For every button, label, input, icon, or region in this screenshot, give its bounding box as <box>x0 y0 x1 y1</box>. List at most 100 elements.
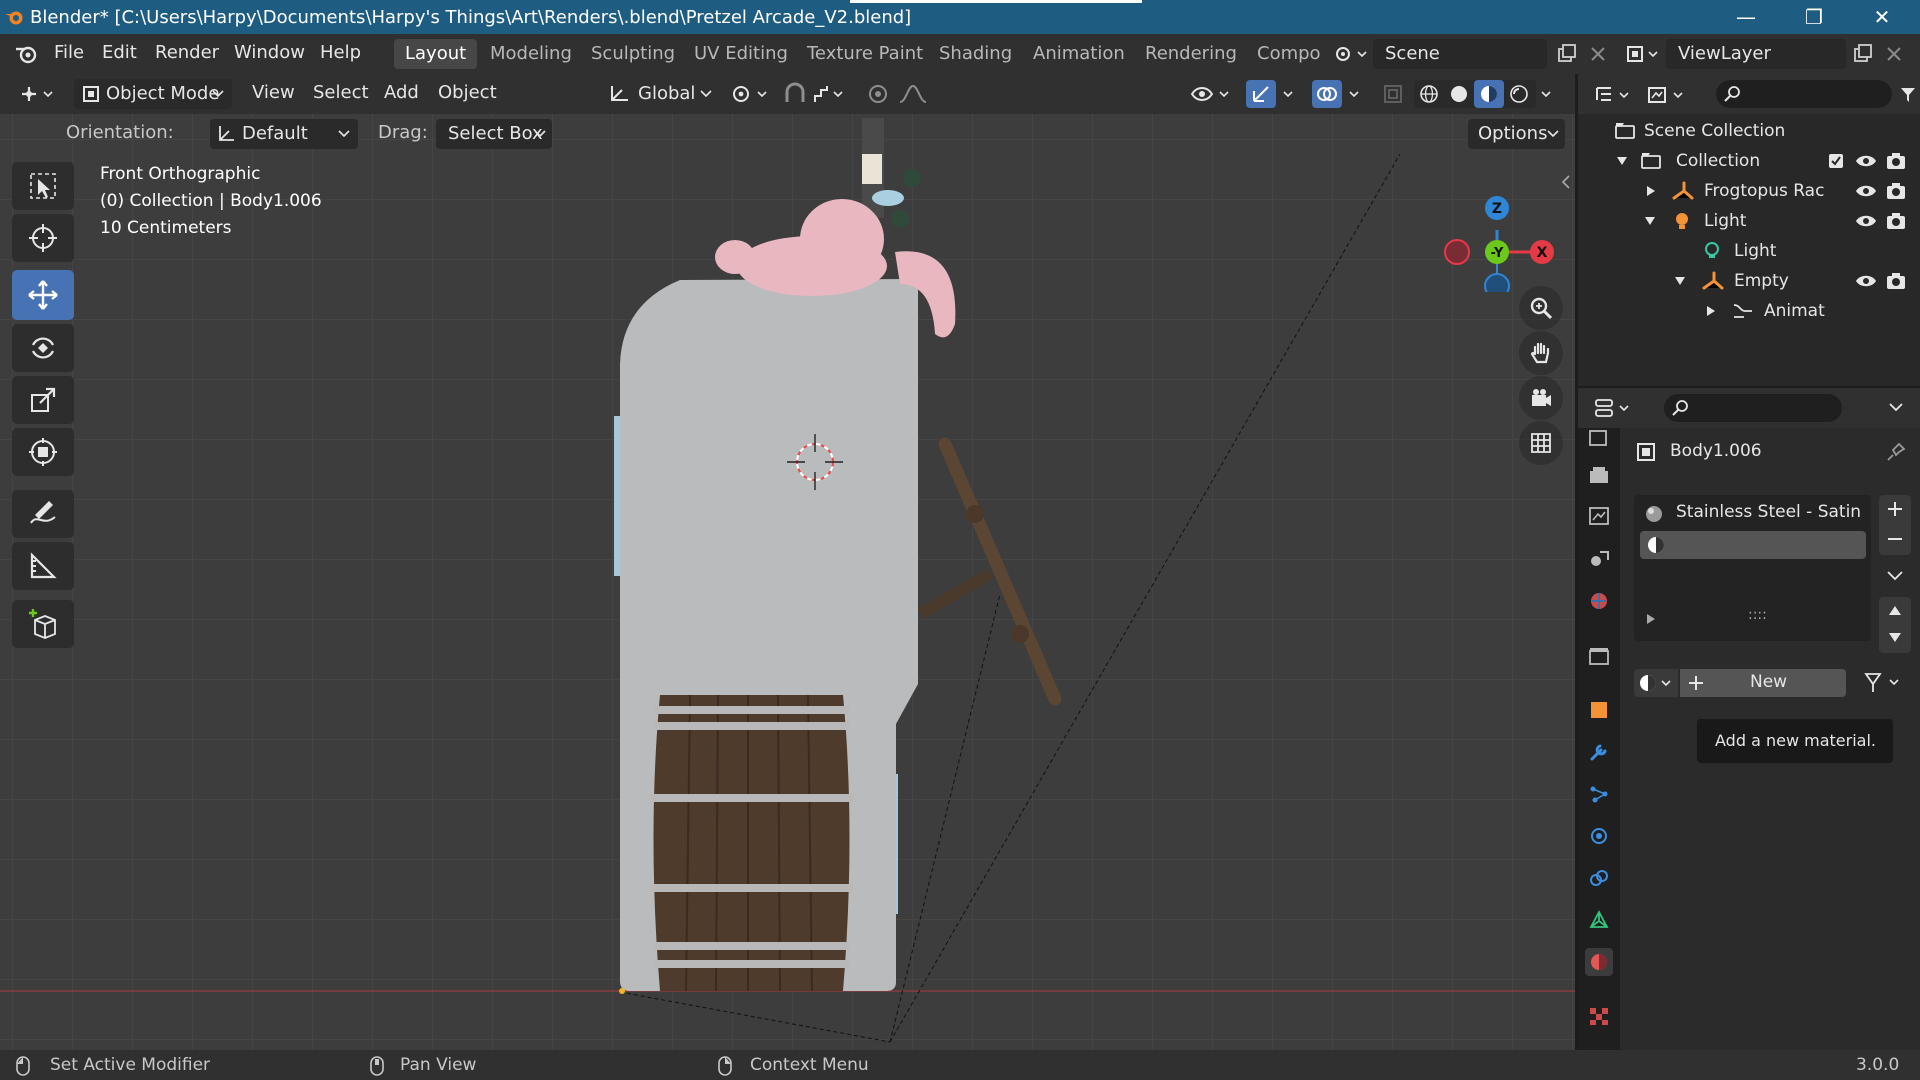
material-slot-item[interactable]: Stainless Steel - Satin <box>1634 495 1871 531</box>
tab-rendering[interactable]: Rendering <box>1134 39 1248 69</box>
filter-icon[interactable] <box>1900 86 1916 104</box>
menu-help[interactable]: Help <box>320 42 361 63</box>
pan-button[interactable] <box>1519 331 1563 375</box>
new-scene-icon[interactable] <box>1556 44 1578 64</box>
blender-menu-icon[interactable] <box>14 43 38 65</box>
tab-modeling[interactable]: Modeling <box>479 39 583 69</box>
rotate-tool[interactable] <box>12 324 74 372</box>
tab-animation[interactable]: Animation <box>1022 39 1136 69</box>
eye-icon[interactable] <box>1855 183 1877 199</box>
measure-tool[interactable] <box>12 542 74 590</box>
hand-icon <box>1530 342 1550 364</box>
tab-texture-paint[interactable]: Texture Paint <box>796 39 934 69</box>
camera-render-icon[interactable] <box>1886 152 1906 170</box>
select-box-tool[interactable] <box>12 162 74 210</box>
material-slot-empty-selected[interactable] <box>1640 531 1866 559</box>
camera-view-button[interactable] <box>1519 376 1563 420</box>
view-layer-browse-icon[interactable] <box>1626 43 1662 65</box>
tab-view-layer[interactable] <box>1585 544 1613 572</box>
camera-render-icon[interactable] <box>1886 212 1906 230</box>
close-button[interactable]: ✕ <box>1848 0 1916 34</box>
checkbox-icon[interactable] <box>1828 153 1844 169</box>
remove-slot-icon[interactable] <box>1886 530 1904 548</box>
tab-material[interactable] <box>1585 948 1613 976</box>
menu-file[interactable]: File <box>54 42 84 63</box>
zoom-button[interactable] <box>1519 286 1563 330</box>
slot-specials-chevron-icon[interactable] <box>1886 568 1904 582</box>
maximize-button[interactable]: ❐ <box>1780 0 1848 34</box>
annotate-tool[interactable] <box>12 490 74 538</box>
outliner-item-empty[interactable]: Empty <box>1578 266 1920 296</box>
tab-constraints[interactable] <box>1585 864 1613 892</box>
tab-compositing[interactable]: Compo <box>1246 39 1332 69</box>
add-slot-icon[interactable] <box>1886 500 1904 518</box>
delete-scene-icon[interactable] <box>1588 44 1608 64</box>
tab-render[interactable] <box>1585 461 1613 489</box>
outliner-item-light[interactable]: Light <box>1578 206 1920 236</box>
eye-icon[interactable] <box>1855 273 1877 289</box>
chevron-down-icon[interactable] <box>1888 400 1904 414</box>
chevron-down-icon[interactable] <box>1674 276 1686 286</box>
gizmo-neg-x[interactable] <box>1444 239 1470 265</box>
outliner-search-input[interactable] <box>1716 80 1892 108</box>
properties-search-input[interactable] <box>1664 394 1842 422</box>
pin-icon[interactable] <box>1886 442 1906 462</box>
move-tool[interactable] <box>12 270 74 320</box>
cursor-tool[interactable] <box>12 214 74 262</box>
list-resize-handle[interactable]: :::: <box>1748 607 1767 623</box>
minimize-button[interactable]: — <box>1712 0 1780 34</box>
chevron-down-icon[interactable] <box>1616 156 1628 166</box>
new-material-button[interactable]: New <box>1680 669 1846 697</box>
tab-modifiers[interactable] <box>1585 738 1613 766</box>
properties-editor-type-icon[interactable] <box>1594 397 1634 419</box>
delete-view-layer-icon[interactable] <box>1884 44 1904 64</box>
scene-name-field[interactable]: Scene <box>1373 39 1547 69</box>
chevron-right-icon[interactable] <box>1706 305 1716 317</box>
sidebar-toggle-icon[interactable] <box>1560 174 1572 190</box>
3d-viewport[interactable]: Object Mode View Select Add Object Globa… <box>0 74 1575 1050</box>
scene-browse-icon[interactable] <box>1333 43 1369 65</box>
tab-tool[interactable] <box>1585 424 1613 452</box>
tab-object-data[interactable] <box>1585 906 1613 934</box>
camera-render-icon[interactable] <box>1886 272 1906 290</box>
eye-icon[interactable] <box>1855 213 1877 229</box>
camera-render-icon[interactable] <box>1886 182 1906 200</box>
menu-window[interactable]: Window <box>234 42 305 63</box>
tab-texture[interactable] <box>1585 1002 1613 1030</box>
chevron-down-icon[interactable] <box>1644 216 1656 226</box>
display-mode-icon[interactable] <box>1646 84 1690 106</box>
tab-sculpting[interactable]: Sculpting <box>580 39 686 69</box>
menu-edit[interactable]: Edit <box>102 42 137 63</box>
outliner-editor-type-icon[interactable] <box>1594 84 1634 106</box>
tab-shading[interactable]: Shading <box>928 39 1023 69</box>
scale-tool[interactable] <box>12 376 74 424</box>
tab-uv-editing[interactable]: UV Editing <box>683 39 799 69</box>
tab-scene[interactable] <box>1585 587 1613 615</box>
menu-render[interactable]: Render <box>155 42 219 63</box>
outliner-item-animation[interactable]: Animat <box>1578 296 1920 326</box>
outliner-scene-collection[interactable]: Scene Collection <box>1578 116 1920 146</box>
outliner-item-collection[interactable]: Collection <box>1578 146 1920 176</box>
browse-material-button[interactable] <box>1634 669 1678 697</box>
add-cube-tool[interactable] <box>12 600 74 648</box>
tab-particles[interactable] <box>1585 780 1613 808</box>
tab-output[interactable] <box>1585 502 1613 530</box>
tab-object[interactable] <box>1585 696 1613 724</box>
perspective-toggle-button[interactable] <box>1519 421 1563 465</box>
link-data-dropdown-icon[interactable] <box>1862 670 1910 696</box>
eye-icon[interactable] <box>1855 153 1877 169</box>
gizmo-neg-z[interactable] <box>1484 273 1510 292</box>
outliner-item-frogtopus[interactable]: Frogtopus Rac <box>1578 176 1920 206</box>
move-up-icon[interactable] <box>1887 603 1903 617</box>
view-layer-name-field[interactable]: ViewLayer <box>1666 39 1846 69</box>
transform-tool[interactable] <box>12 428 74 476</box>
navigation-gizmo[interactable]: Z -Y X <box>1430 162 1560 292</box>
tab-layout[interactable]: Layout <box>394 39 478 69</box>
outliner-item-light-data[interactable]: Light <box>1578 236 1920 266</box>
move-down-icon[interactable] <box>1887 631 1903 645</box>
chevron-right-icon[interactable] <box>1646 613 1656 625</box>
tab-physics[interactable] <box>1585 822 1613 850</box>
new-view-layer-icon[interactable] <box>1852 44 1874 64</box>
tab-collection[interactable] <box>1585 642 1613 670</box>
chevron-right-icon[interactable] <box>1646 185 1656 197</box>
